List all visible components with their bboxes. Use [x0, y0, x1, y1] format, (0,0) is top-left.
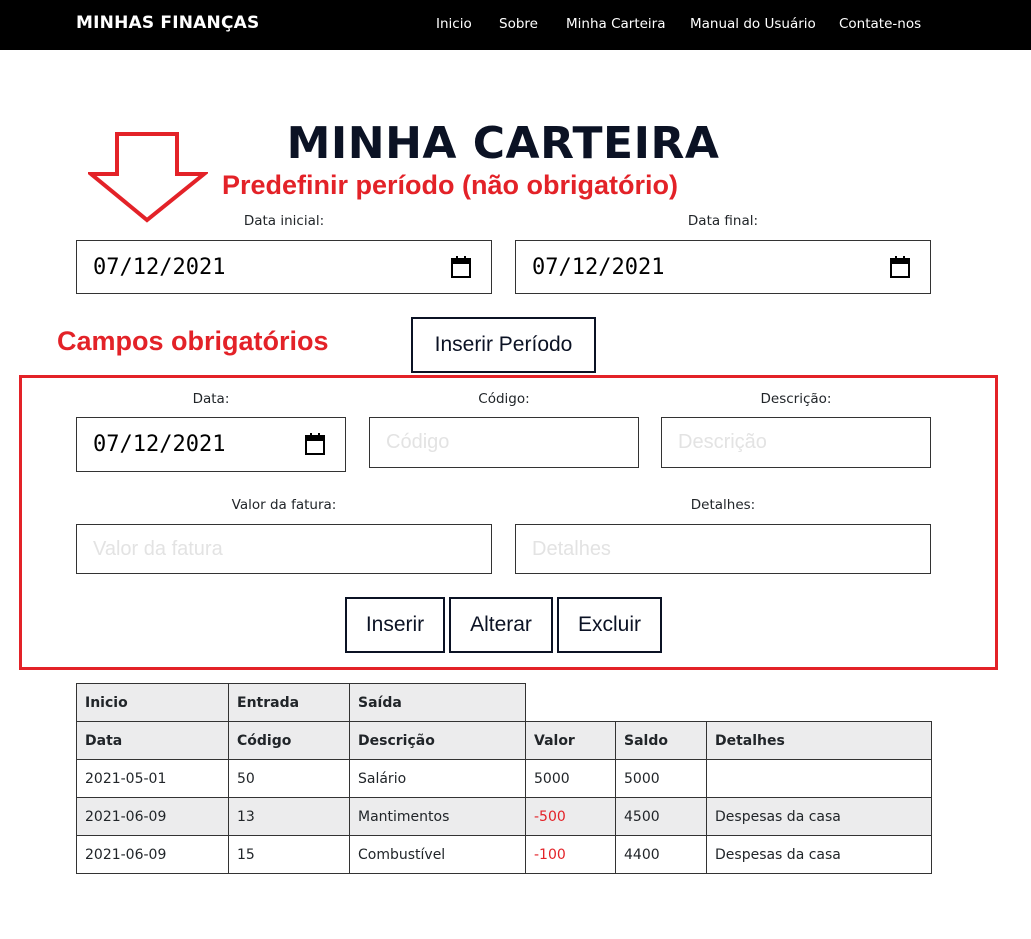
- amount-placeholder: Valor da fatura: [93, 538, 223, 560]
- table-cell: 5000: [525, 759, 616, 798]
- date-input[interactable]: 07/12/2021: [76, 417, 346, 472]
- nav-link-manual[interactable]: Manual do Usuário: [690, 16, 816, 32]
- table-cell: 4500: [615, 797, 707, 836]
- details-placeholder: Detalhes: [532, 538, 611, 560]
- table-column-header: Descrição: [349, 721, 526, 760]
- insert-button[interactable]: Inserir: [345, 597, 445, 653]
- table-column-header: Código: [228, 721, 350, 760]
- start-date-input[interactable]: 07/12/2021: [76, 240, 492, 294]
- table-cell: 2021-06-09: [76, 797, 229, 836]
- table-cell: 5000: [615, 759, 707, 798]
- table-top-header: Saída: [349, 683, 526, 722]
- calendar-icon[interactable]: [305, 433, 325, 455]
- table-cell: Combustível: [349, 835, 526, 874]
- end-date-value: 07/12/2021: [532, 255, 665, 280]
- table-column-header: Valor: [525, 721, 616, 760]
- table-cell: Mantimentos: [349, 797, 526, 836]
- details-label: Detalhes:: [690, 497, 756, 513]
- nav-link-contato[interactable]: Contate-nos: [839, 16, 921, 32]
- amount-label: Valor da fatura:: [231, 497, 337, 513]
- start-date-label: Data inicial:: [243, 213, 325, 229]
- code-label: Código:: [478, 391, 530, 407]
- description-label: Descrição:: [760, 391, 832, 407]
- table-cell: 2021-05-01: [76, 759, 229, 798]
- amount-input[interactable]: Valor da fatura: [76, 524, 492, 574]
- navbar: MINHAS FINANÇAS Inicio Sobre Minha Carte…: [0, 0, 1031, 50]
- table-column-header: Saldo: [615, 721, 707, 760]
- brand-logo[interactable]: MINHAS FINANÇAS: [76, 13, 259, 33]
- calendar-icon[interactable]: [451, 256, 471, 278]
- end-date-label: Data final:: [687, 213, 759, 229]
- code-input[interactable]: Código: [369, 417, 639, 468]
- table-cell: Despesas da casa: [706, 835, 932, 874]
- table-cell: [706, 759, 932, 798]
- table-top-header: Entrada: [228, 683, 350, 722]
- nav-link-inicio[interactable]: Inicio: [436, 16, 472, 32]
- annotation-period-note: Predefinir período (não obrigatório): [222, 170, 679, 200]
- table-cell-negative-value: -500: [525, 797, 616, 836]
- delete-button[interactable]: Excluir: [557, 597, 662, 653]
- table-top-header: Inicio: [76, 683, 229, 722]
- table-cell: 2021-06-09: [76, 835, 229, 874]
- table-cell: Salário: [349, 759, 526, 798]
- table-column-header: Detalhes: [706, 721, 932, 760]
- arrow-down-icon: [88, 132, 208, 223]
- date-label: Data:: [192, 391, 230, 407]
- nav-link-sobre[interactable]: Sobre: [499, 16, 538, 32]
- nav-link-minha-carteira[interactable]: Minha Carteira: [566, 16, 666, 32]
- table-column-header: Data: [76, 721, 229, 760]
- code-placeholder: Código: [386, 431, 450, 453]
- table-cell: 15: [228, 835, 350, 874]
- description-placeholder: Descrição: [678, 431, 767, 453]
- table-cell: 13: [228, 797, 350, 836]
- table-cell: 50: [228, 759, 350, 798]
- insert-period-button[interactable]: Inserir Período: [411, 317, 596, 373]
- end-date-input[interactable]: 07/12/2021: [515, 240, 931, 294]
- edit-button[interactable]: Alterar: [449, 597, 553, 653]
- table-cell: Despesas da casa: [706, 797, 932, 836]
- details-input[interactable]: Detalhes: [515, 524, 931, 574]
- description-input[interactable]: Descrição: [661, 417, 931, 468]
- start-date-value: 07/12/2021: [93, 255, 226, 280]
- table-cell-negative-value: -100: [525, 835, 616, 874]
- date-value: 07/12/2021: [93, 432, 226, 457]
- annotation-required-note: Campos obrigatórios: [57, 326, 329, 356]
- calendar-icon[interactable]: [890, 256, 910, 278]
- table-cell: 4400: [615, 835, 707, 874]
